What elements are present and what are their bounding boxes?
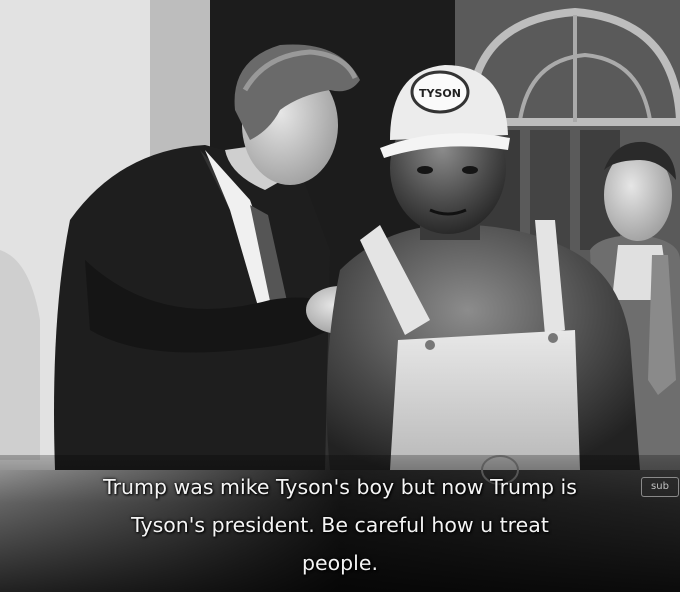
watermark-badge: sub bbox=[641, 477, 679, 497]
cap-logo-text: TYSON bbox=[419, 87, 461, 100]
caption-line-3: people. bbox=[301, 551, 378, 575]
caption-line-2: Tyson's president. Be careful how u trea… bbox=[131, 513, 549, 537]
meme-caption: Trump was mike Tyson's boy but now Trump… bbox=[20, 468, 660, 582]
caption-line-1: Trump was mike Tyson's boy but now Trump… bbox=[103, 475, 577, 499]
